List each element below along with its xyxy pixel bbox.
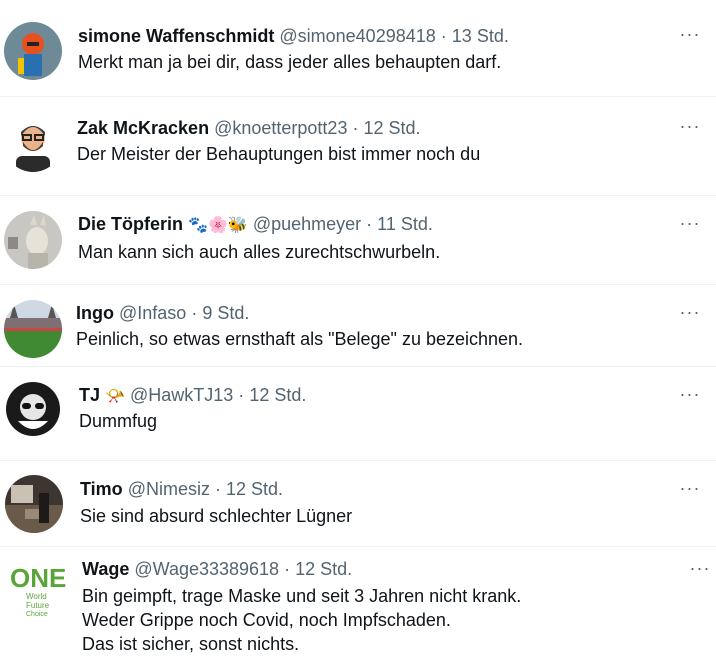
author-name[interactable]: simone Waffenschmidt <box>78 26 274 46</box>
author-handle[interactable]: @HawkTJ13 <box>130 385 233 405</box>
logo-wordmark: ONE <box>10 563 66 593</box>
reply-tweet[interactable]: ONE World Future Choice Wage @Wage333896… <box>0 547 716 664</box>
reply-text: Sie sind absurd schlechter Lügner <box>80 506 353 526</box>
reply-tweet[interactable]: TJ 📯 @HawkTJ13 · 12 Std. Dummfug ··· <box>0 367 716 461</box>
reply-header: Wage @Wage33389618 · 12 Std. <box>82 558 352 580</box>
timestamp[interactable]: 9 Std. <box>202 303 249 323</box>
name-emoji-icon: 🐾🌸🐝 <box>188 215 248 234</box>
more-options-icon[interactable]: ··· <box>678 385 702 405</box>
reply-text: Man kann sich auch alles zurechtschwurbe… <box>78 242 441 262</box>
reply-text: Bin geimpft, trage Maske und seit 3 Jahr… <box>82 586 522 654</box>
logo-text-3: Choice <box>26 611 48 618</box>
avatar[interactable] <box>5 475 63 533</box>
reply-header: TJ 📯 @HawkTJ13 · 12 Std. <box>79 384 306 407</box>
timestamp[interactable]: 12 Std. <box>226 479 283 499</box>
reply-header: Timo @Nimesiz · 12 Std. <box>80 478 283 500</box>
separator-dot: · <box>238 385 245 405</box>
horn-emoji-icon: 📯 <box>105 386 125 405</box>
reply-text: Dummfug <box>79 411 158 431</box>
author-handle[interactable]: @Wage33389618 <box>134 559 279 579</box>
reply-header: Die Töpferin 🐾🌸🐝 @puehmeyer · 11 Std. <box>78 213 433 236</box>
author-name[interactable]: Wage <box>82 559 129 579</box>
avatar-logo[interactable]: ONE World Future Choice <box>8 559 68 619</box>
logo-text-1: World <box>26 592 47 601</box>
reply-tweet[interactable]: Ingo @Infaso · 9 Std. Peinlich, so etwas… <box>0 285 716 367</box>
more-options-icon[interactable]: ··· <box>678 117 702 137</box>
author-name[interactable]: Zak McKracken <box>77 118 209 138</box>
avatar[interactable] <box>4 22 62 80</box>
separator-dot: · <box>440 26 447 46</box>
reply-text: Peinlich, so etwas ernsthaft als "Belege… <box>76 329 524 349</box>
avatar[interactable] <box>4 211 62 269</box>
separator-dot: · <box>214 479 221 499</box>
reply-text: Der Meister der Behauptungen bist immer … <box>77 144 481 164</box>
author-name[interactable]: Ingo <box>76 303 114 323</box>
avatar[interactable] <box>4 300 62 358</box>
separator-dot: · <box>366 214 373 234</box>
avatar[interactable] <box>4 114 62 172</box>
reply-header: simone Waffenschmidt @simone40298418 · 1… <box>78 25 509 47</box>
author-name[interactable]: TJ <box>79 385 100 405</box>
timestamp[interactable]: 12 Std. <box>295 559 352 579</box>
separator-dot: · <box>352 118 359 138</box>
author-handle[interactable]: @Infaso <box>119 303 186 323</box>
reply-header: Zak McKracken @knoetterpott23 · 12 Std. <box>77 117 421 139</box>
reply-tweet[interactable]: Zak McKracken @knoetterpott23 · 12 Std. … <box>0 97 716 196</box>
avatar[interactable] <box>4 381 62 439</box>
author-handle[interactable]: @puehmeyer <box>253 214 361 234</box>
author-handle[interactable]: @knoetterpott23 <box>214 118 347 138</box>
logo-text-2: Future <box>26 601 50 610</box>
author-handle[interactable]: @simone40298418 <box>279 26 435 46</box>
timestamp[interactable]: 12 Std. <box>363 118 420 138</box>
reply-tweet[interactable]: simone Waffenschmidt @simone40298418 · 1… <box>0 5 716 97</box>
more-options-icon[interactable]: ··· <box>678 25 702 45</box>
reply-tweet[interactable]: Die Töpferin 🐾🌸🐝 @puehmeyer · 11 Std. Ma… <box>0 196 716 285</box>
timestamp[interactable]: 13 Std. <box>452 26 509 46</box>
timestamp[interactable]: 12 Std. <box>249 385 306 405</box>
separator-dot: · <box>191 303 198 323</box>
more-options-icon[interactable]: ··· <box>688 559 712 579</box>
timestamp[interactable]: 11 Std. <box>377 214 433 234</box>
author-name[interactable]: Timo <box>80 479 123 499</box>
reply-header: Ingo @Infaso · 9 Std. <box>76 302 249 324</box>
more-options-icon[interactable]: ··· <box>678 214 702 234</box>
author-name[interactable]: Die Töpferin <box>78 214 183 234</box>
reply-text: Merkt man ja bei dir, dass jeder alles b… <box>78 52 502 72</box>
more-options-icon[interactable]: ··· <box>678 479 702 499</box>
separator-dot: · <box>284 559 291 579</box>
more-options-icon[interactable]: ··· <box>678 303 702 323</box>
author-handle[interactable]: @Nimesiz <box>128 479 210 499</box>
reply-tweet[interactable]: Timo @Nimesiz · 12 Std. Sie sind absurd … <box>0 461 716 547</box>
